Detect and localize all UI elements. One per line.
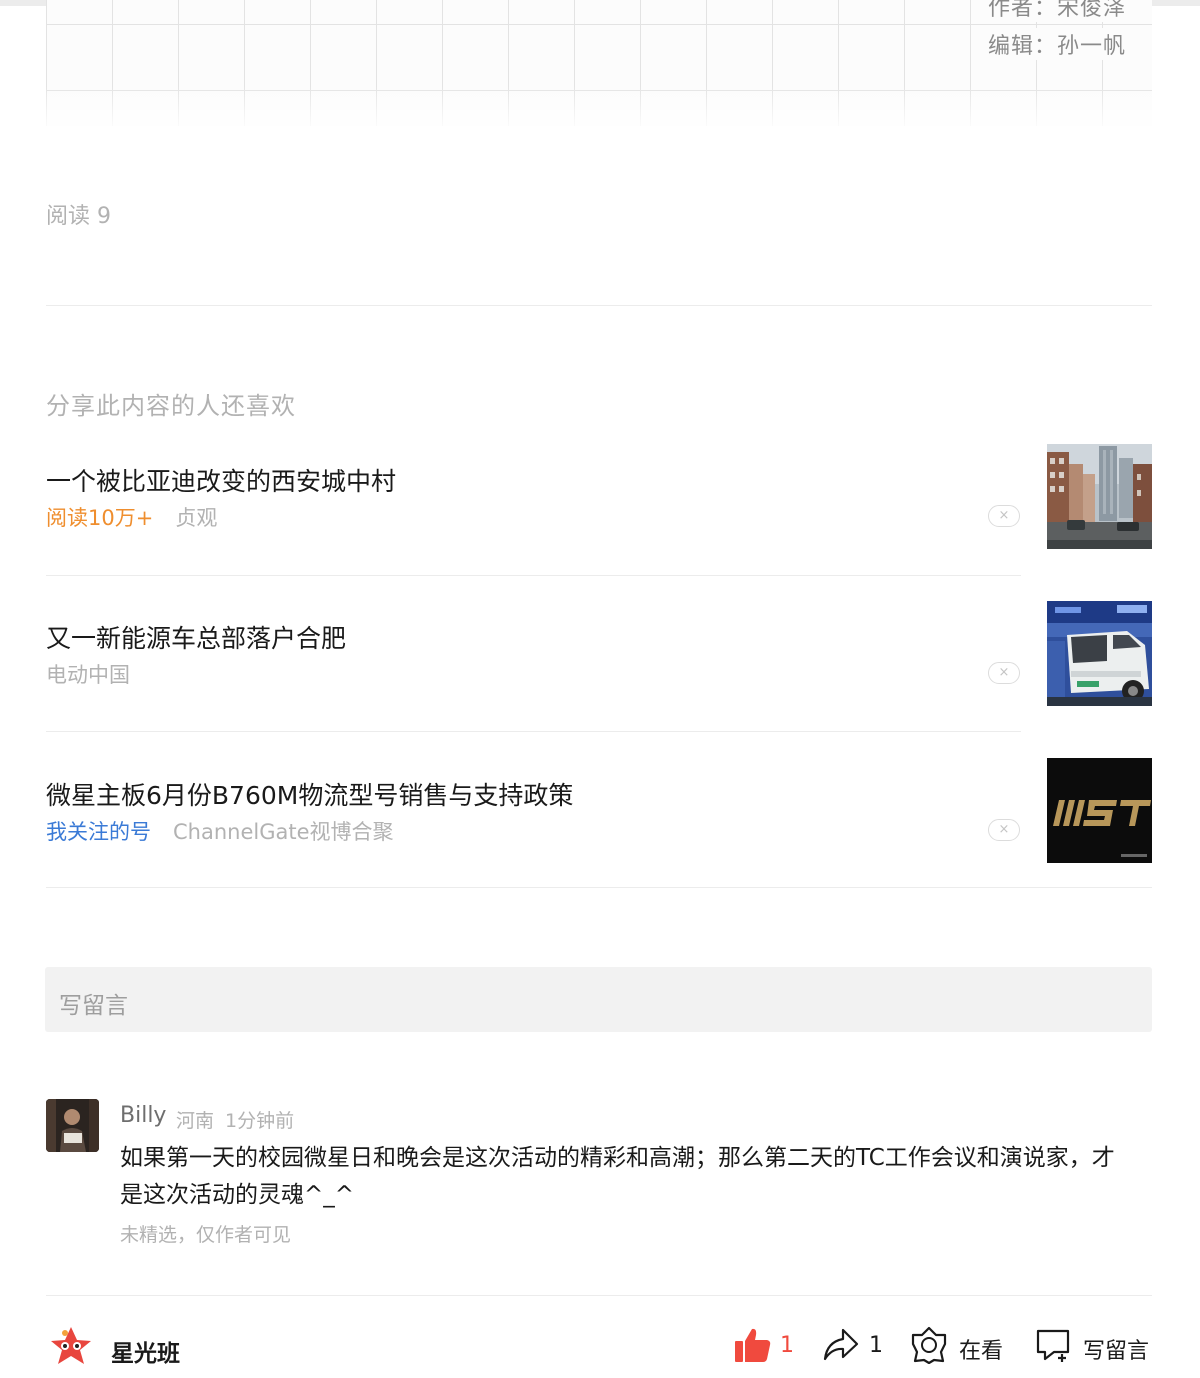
recommendation-item[interactable]: 一个被比亚迪改变的西安城中村 阅读10万+ 贞观 × xyxy=(46,444,1152,549)
write-comment-button[interactable]: 写留言 xyxy=(1034,1326,1154,1366)
account-logo-icon[interactable] xyxy=(48,1324,94,1370)
comment-input-placeholder: 写留言 xyxy=(59,993,128,1019)
comment-visibility-note: 未精选，仅作者可见 xyxy=(120,1224,292,1246)
recommendation-meta: 电动中国 xyxy=(46,659,130,689)
recommendation-title[interactable]: 一个被比亚迪改变的西安城中村 xyxy=(46,462,396,498)
commenter-location: 河南 xyxy=(176,1110,215,1132)
divider xyxy=(46,887,1152,888)
wow-star-icon xyxy=(911,1326,947,1364)
account-name[interactable]: 星光班 xyxy=(111,1334,180,1368)
share-arrow-icon xyxy=(823,1328,859,1361)
like-button[interactable]: 1 xyxy=(734,1326,794,1366)
recommendation-item[interactable]: 微星主板6月份B760M物流型号销售与支持政策 我关注的号 ChannelGate… xyxy=(46,758,1152,863)
divider xyxy=(46,575,1021,576)
author-credit: 作者：宋俊泽 xyxy=(987,0,1126,22)
like-count: 1 xyxy=(780,1333,794,1358)
avatar[interactable] xyxy=(46,1099,99,1152)
thumbnail-msi-logo-image[interactable] xyxy=(1047,758,1152,863)
divider xyxy=(46,305,1152,306)
recommendation-title[interactable]: 微星主板6月份B760M物流型号销售与支持政策 xyxy=(46,776,573,812)
thumbnail-street-image[interactable] xyxy=(1047,444,1152,549)
thumbnail-electric-truck-image[interactable] xyxy=(1047,601,1152,706)
source-name: 电动中国 xyxy=(46,663,130,687)
dismiss-icon[interactable]: × xyxy=(988,662,1020,684)
write-comment-label: 写留言 xyxy=(1083,1339,1150,1364)
source-name: 贞观 xyxy=(175,506,218,530)
thumbs-up-icon xyxy=(735,1328,771,1362)
comment-add-icon xyxy=(1036,1329,1070,1362)
recommendation-title[interactable]: 又一新能源车总部落户合肥 xyxy=(46,619,346,655)
wow-label: 在看 xyxy=(959,1339,1004,1364)
comment-time: 1分钟前 xyxy=(225,1110,295,1132)
dismiss-icon[interactable]: × xyxy=(988,819,1020,841)
editor-credit: 编辑：孙一帆 xyxy=(987,28,1126,60)
recommendation-meta: 我关注的号 ChannelGate视博合聚 xyxy=(46,816,394,846)
source-name: ChannelGate视博合聚 xyxy=(173,820,394,844)
read-count-badge: 阅读10万+ xyxy=(46,506,154,530)
share-count: 1 xyxy=(869,1333,883,1358)
comment-text: 如果第一天的校园微星日和晚会是这次活动的精彩和高潮；那么第二天的TC工作会议和演… xyxy=(120,1145,1115,1208)
article-grid-image: 作者：宋俊泽 编辑：孙一帆 xyxy=(46,0,1152,126)
wow-button[interactable]: 在看 xyxy=(910,1326,1010,1366)
recommendation-item[interactable]: 又一新能源车总部落户合肥 电动中国 × xyxy=(46,601,1152,706)
bottom-action-bar: 星光班 1 1 在看 写留言 xyxy=(0,1296,1200,1378)
read-count: 阅读 9 xyxy=(46,204,111,229)
following-badge: 我关注的号 xyxy=(46,820,151,844)
recommendations-title: 分享此内容的人还喜欢 xyxy=(46,392,296,420)
commenter-name[interactable]: Billy xyxy=(120,1103,166,1128)
dismiss-icon[interactable]: × xyxy=(988,505,1020,527)
recommendation-meta: 阅读10万+ 贞观 xyxy=(46,502,217,532)
comment-input[interactable]: 写留言 xyxy=(45,967,1152,1032)
share-button[interactable]: 1 xyxy=(822,1326,883,1366)
divider xyxy=(46,731,1021,732)
